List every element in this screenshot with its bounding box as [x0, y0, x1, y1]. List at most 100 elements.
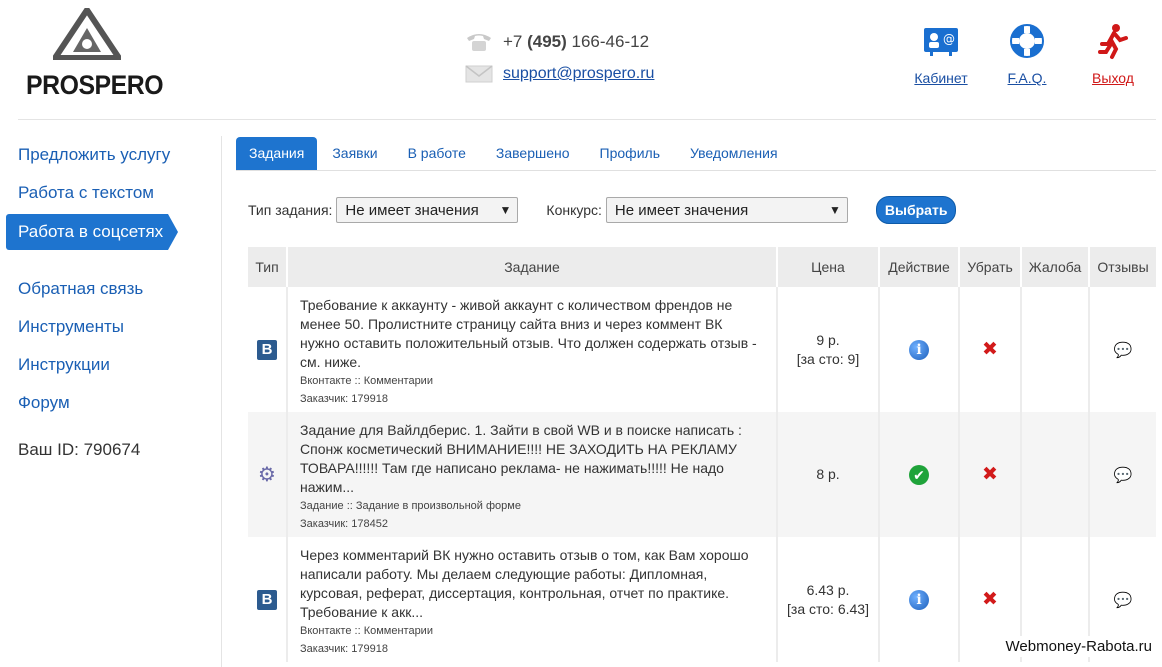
phone-row: +7 (495) 166-46-12 — [465, 28, 654, 56]
task-type-select[interactable]: Не имеет значения ▼ — [336, 197, 519, 223]
contest-value: Не имеет значения — [614, 201, 749, 219]
envelope-icon — [465, 65, 493, 83]
price-cell: 9 р. [за сто: 9] — [777, 287, 880, 412]
watermark: Webmoney-Rabota.ru — [999, 636, 1154, 657]
task-customer: Заказчик: 179918 — [300, 642, 388, 655]
task-cell[interactable]: Требование к аккаунту - живой аккаунт с … — [287, 287, 778, 412]
vk-icon: B — [257, 589, 277, 610]
info-icon[interactable]: i — [909, 339, 929, 360]
remove-icon[interactable]: ✖ — [982, 339, 998, 360]
info-icon[interactable]: i — [909, 589, 929, 610]
nav-cabinet-label[interactable]: Кабинет — [906, 70, 976, 86]
gear-icon: ⚙ — [258, 464, 276, 486]
phone-icon — [467, 34, 491, 51]
lifebuoy-icon — [1010, 24, 1044, 58]
col-action: Действие — [879, 247, 960, 287]
action-cell: i — [879, 287, 960, 412]
email-row: support@prospero.ru — [465, 60, 654, 88]
type-cell: ⚙ — [248, 412, 288, 537]
header-divider — [18, 119, 1156, 120]
task-description[interactable]: Через комментарий ВК нужно оставить отзы… — [300, 546, 764, 622]
remove-icon[interactable]: ✖ — [982, 589, 998, 610]
task-category: Вконтакте :: Комментарии — [300, 374, 433, 387]
sidebar-item-social-work[interactable]: Работа в соцсетях — [6, 214, 178, 250]
tab-applications[interactable]: Заявки — [317, 137, 392, 170]
col-task: Задание — [287, 247, 778, 287]
chevron-down-icon: ▼ — [499, 203, 512, 217]
complaint-cell — [1021, 412, 1090, 537]
contest-label: Конкурс: — [546, 202, 602, 218]
type-cell: B — [248, 537, 288, 662]
sidebar-item-tools[interactable]: Инструменты — [0, 310, 200, 348]
filters: Тип задания: Не имеет значения ▼ Конкурс… — [248, 196, 957, 224]
phone-number: +7 (495) 166-46-12 — [503, 32, 650, 51]
task-type-value: Не имеет значения — [345, 201, 479, 219]
tab-completed[interactable]: Завершено — [481, 137, 585, 170]
tab-profile[interactable]: Профиль — [585, 137, 675, 170]
task-type-label: Тип задания: — [248, 202, 333, 218]
support-email-link[interactable]: support@prospero.ru — [503, 65, 654, 83]
logo-text: PROSPERO — [26, 70, 164, 100]
sidebar-item-instructions[interactable]: Инструкции — [0, 348, 200, 386]
col-remove: Убрать — [959, 247, 1022, 287]
nav-faq[interactable]: F.A.Q. — [992, 22, 1062, 86]
contest-select[interactable]: Не имеет значения ▼ — [605, 197, 848, 223]
comment-icon[interactable]: 💬 — [1114, 467, 1133, 484]
tasks-table: Тип Задание Цена Действие Убрать Жалоба … — [248, 247, 1156, 662]
nav-logout[interactable]: Выход — [1078, 22, 1148, 86]
price-value: 6.43 р. — [806, 581, 850, 598]
user-id: Ваш ID: 790674 — [18, 440, 141, 459]
nav-faq-label[interactable]: F.A.Q. — [992, 70, 1062, 86]
action-cell: i — [879, 537, 960, 662]
type-cell: B — [248, 287, 288, 412]
cabinet-icon: @ — [924, 28, 958, 56]
price-cell: 6.43 р. [за сто: 6.43] — [777, 537, 880, 662]
task-description[interactable]: Требование к аккаунту - живой аккаунт с … — [300, 296, 764, 372]
price-value: 8 р. — [816, 466, 840, 482]
sidebar-item-feedback[interactable]: Обратная связь — [0, 272, 200, 310]
comment-icon[interactable]: 💬 — [1114, 342, 1133, 359]
task-cell[interactable]: Через комментарий ВК нужно оставить отзы… — [287, 537, 778, 662]
tab-notifications[interactable]: Уведомления — [675, 137, 793, 170]
sidebar-item-offer-service[interactable]: Предложить услугу — [0, 138, 200, 176]
reviews-cell: 💬 — [1089, 412, 1156, 537]
select-button[interactable]: Выбрать — [875, 196, 957, 224]
check-icon[interactable]: ✔ — [909, 464, 929, 485]
price-value: 9 р. — [816, 331, 840, 348]
task-customer: Заказчик: 179918 — [300, 392, 388, 405]
tab-in-progress[interactable]: В работе — [393, 137, 481, 170]
action-cell: ✔ — [879, 412, 960, 537]
nav-cabinet[interactable]: @ Кабинет — [906, 22, 976, 86]
col-type: Тип — [248, 247, 288, 287]
nav-logout-label[interactable]: Выход — [1078, 70, 1148, 86]
task-cell[interactable]: Задание для Вайлдберис. 1. Зайти в свой … — [287, 412, 778, 537]
remove-icon[interactable]: ✖ — [982, 464, 998, 485]
price-per-hundred: [за сто: 9] — [796, 350, 860, 367]
remove-cell: ✖ — [959, 287, 1022, 412]
vk-icon: B — [257, 339, 277, 360]
task-customer: Заказчик: 178452 — [300, 517, 388, 530]
price-cell: 8 р. — [777, 412, 880, 537]
svg-text:@: @ — [943, 32, 955, 46]
col-price: Цена — [777, 247, 880, 287]
comment-icon[interactable]: 💬 — [1114, 592, 1133, 609]
reviews-cell: 💬 — [1089, 287, 1156, 412]
tab-tasks[interactable]: Задания — [236, 137, 318, 170]
remove-cell: ✖ — [959, 412, 1022, 537]
task-category: Задание :: Задание в произвольной форме — [300, 499, 521, 512]
sidebar-item-text-work[interactable]: Работа с текстом — [0, 176, 200, 214]
table-row[interactable]: ⚙ Задание для Вайлдберис. 1. Зайти в сво… — [248, 412, 1156, 537]
logo[interactable]: PROSPERO — [26, 8, 164, 100]
sidebar: Предложить услугу Работа с текстом Работ… — [0, 138, 200, 460]
table-row[interactable]: B Требование к аккаунту - живой аккаунт … — [248, 287, 1156, 412]
chevron-down-icon: ▼ — [829, 203, 841, 217]
contacts: +7 (495) 166-46-12 support@prospero.ru — [465, 28, 654, 92]
col-complaint: Жалоба — [1021, 247, 1090, 287]
tabs: Задания Заявки В работе Завершено Профил… — [236, 137, 793, 171]
task-category: Вконтакте :: Комментарии — [300, 624, 433, 637]
price-per-hundred: [за сто: 6.43] — [787, 600, 869, 617]
task-description[interactable]: Задание для Вайлдберис. 1. Зайти в свой … — [300, 421, 764, 497]
tabs-underline — [236, 170, 1156, 171]
sidebar-item-forum[interactable]: Форум — [0, 386, 200, 424]
